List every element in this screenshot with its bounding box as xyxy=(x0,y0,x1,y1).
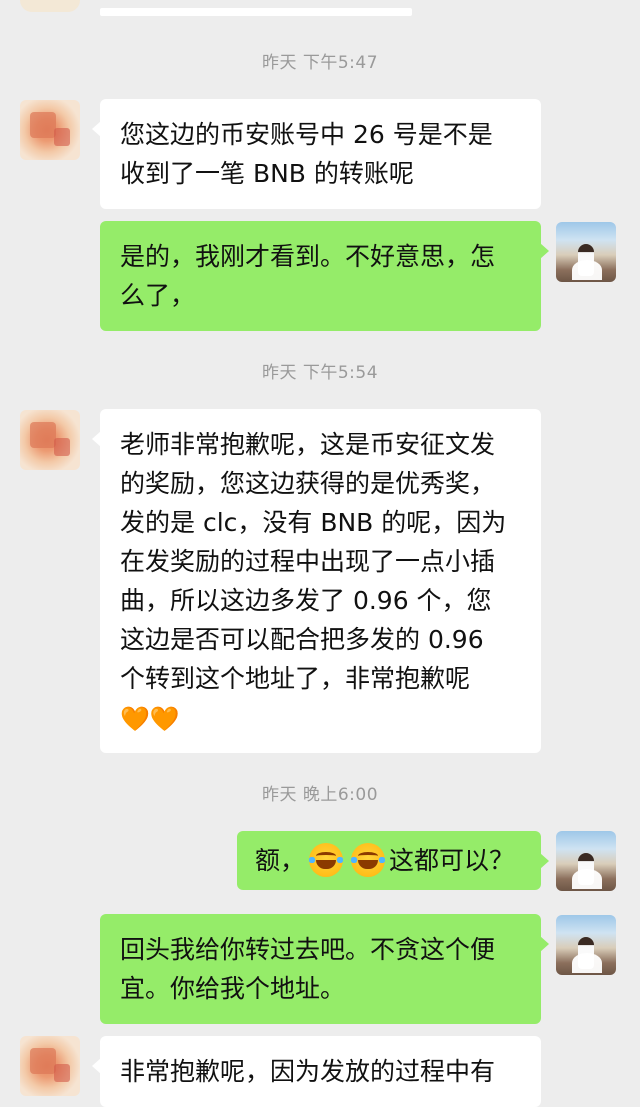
message-text: 回头我给你转过去吧。不贪这个便 xyxy=(120,935,496,964)
message-text: 宜。你给我个地址。 xyxy=(120,974,346,1003)
laugh-cry-icon xyxy=(309,843,344,877)
timestamp: 昨天 下午5:54 xyxy=(261,363,379,383)
message-bubble-outgoing[interactable]: 回头我给你转过去吧。不贪这个便 宜。你给我个地址。 xyxy=(100,914,549,1024)
my-avatar[interactable] xyxy=(556,222,616,282)
message-text: 额， xyxy=(255,846,306,875)
avatar-dress xyxy=(572,953,602,973)
timestamp: 昨天 晚上6:00 xyxy=(261,785,379,805)
message-bubble-outgoing[interactable]: 是的，我刚才看到。不好意思，怎 么了， xyxy=(100,221,549,331)
message-bubble-incoming[interactable]: 老师非常抱歉呢，这是币安征文发 的奖励，您这边获得的是优秀奖， 发的是 clc，… xyxy=(92,409,541,753)
message-text: 收到了一笔 BNB 的转账呢 xyxy=(120,159,414,188)
message-text: 在发奖励的过程中出现了一点小插 xyxy=(120,547,496,576)
heart-emoji-line: 🧡🧡 xyxy=(120,698,521,737)
message-bubble-incoming[interactable]: 您这边的币安账号中 26 号是不是 收到了一笔 BNB 的转账呢 xyxy=(92,99,541,209)
my-avatar[interactable] xyxy=(556,831,616,891)
message-text: 的奖励，您这边获得的是优秀奖， xyxy=(120,469,496,498)
message-text: 非常抱歉呢，因为发放的过程中有 xyxy=(120,1057,496,1086)
message-text: 这都可以？ xyxy=(389,846,515,875)
message-text: 么了， xyxy=(120,281,196,310)
message-text: 个转到这个地址了，非常抱歉呢 xyxy=(120,664,471,693)
contact-avatar[interactable] xyxy=(20,410,80,470)
contact-avatar[interactable] xyxy=(20,100,80,160)
message-text: 您这边的币安账号中 26 号是不是 xyxy=(120,120,493,149)
timestamp: 昨天 下午5:47 xyxy=(261,53,379,73)
laugh-cry-icon xyxy=(351,843,386,877)
message-fragment xyxy=(100,8,412,16)
my-avatar[interactable] xyxy=(556,915,616,975)
avatar-fragment xyxy=(20,0,80,12)
avatar-dress xyxy=(572,260,602,280)
message-line: 额， 这都可以？ xyxy=(255,841,523,880)
message-bubble-incoming[interactable]: 非常抱歉呢，因为发放的过程中有 xyxy=(92,1036,541,1107)
message-text: 老师非常抱歉呢，这是币安征文发 xyxy=(120,430,496,459)
message-text: 这边是否可以配合把多发的 0.96 xyxy=(120,625,484,654)
orange-heart-icon: 🧡🧡 xyxy=(120,705,180,733)
message-text: 曲，所以这边多发了 0.96 个，您 xyxy=(120,586,492,615)
contact-avatar[interactable] xyxy=(20,1036,80,1096)
avatar-dress xyxy=(572,869,602,889)
message-text: 发的是 clc，没有 BNB 的呢，因为 xyxy=(120,508,507,537)
message-bubble-outgoing[interactable]: 额， 这都可以？ xyxy=(237,831,549,890)
top-cutoff-area xyxy=(0,0,640,18)
message-text: 是的，我刚才看到。不好意思，怎 xyxy=(120,242,496,271)
